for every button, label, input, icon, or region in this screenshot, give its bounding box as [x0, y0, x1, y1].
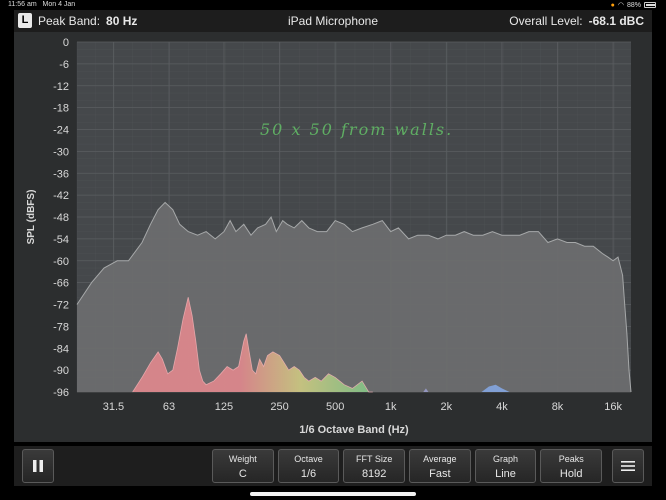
- x-tick-label: 250: [270, 401, 288, 413]
- wifi-icon: ◠: [617, 2, 624, 9]
- y-tick-label: -36: [53, 168, 69, 180]
- pause-icon: [33, 460, 43, 472]
- setting-graph-button[interactable]: Graph Line: [474, 449, 537, 483]
- handwritten-annotation: 50 x 50 from walls.: [260, 120, 453, 139]
- y-tick-label: -54: [53, 234, 69, 246]
- y-tick-label: -48: [53, 212, 69, 224]
- y-tick-label: -90: [53, 365, 69, 377]
- setting-label: Weight: [228, 454, 257, 464]
- spectrum-chart[interactable]: 0 -6 -12 -18 -24 -30 -36 -42 -48 -54 -60 -66 -72 -78 -…: [14, 32, 652, 442]
- battery-percent: 88%: [626, 1, 641, 9]
- y-tick-label: -66: [53, 278, 69, 290]
- status-time: 11:56 am Mon 4 Jan: [8, 1, 76, 8]
- overall-level-readout: Overall Level: -68.1 dBC: [509, 14, 644, 28]
- y-tick-label: -6: [59, 59, 69, 71]
- setting-value: 1/6: [300, 468, 317, 480]
- setting-value: C: [238, 468, 247, 480]
- status-bar: 11:56 am Mon 4 Jan ● ◠ 88%: [0, 0, 666, 10]
- setting-label: Graph: [493, 454, 519, 464]
- hamburger-menu-icon: [621, 461, 635, 471]
- y-tick-label: -60: [53, 256, 69, 268]
- overall-level-value: -68.1 dBC: [588, 14, 644, 28]
- setting-octave-button[interactable]: Octave 1/6: [277, 449, 340, 483]
- x-tick-label: 125: [215, 401, 233, 413]
- home-indicator: [250, 492, 416, 496]
- overall-level-label: Overall Level:: [509, 14, 583, 28]
- settings-group: Weight C Octave 1/6 FFT Size 8192 Average Fast G…: [212, 449, 603, 483]
- y-tick-label: -42: [53, 190, 69, 202]
- x-tick-label: 2k: [441, 401, 453, 413]
- setting-label: Peaks: [558, 454, 584, 464]
- location-icon: ●: [610, 1, 615, 9]
- y-tick-label: -78: [53, 321, 69, 333]
- x-tick-label: 1k: [385, 401, 397, 413]
- setting-value: Line: [495, 468, 516, 480]
- setting-average-button[interactable]: Average Fast: [409, 449, 471, 483]
- y-axis-label: SPL (dBFS): [26, 190, 37, 245]
- setting-value: 8192: [361, 468, 387, 480]
- setting-value: Hold: [559, 468, 583, 480]
- pause-button[interactable]: [22, 449, 54, 483]
- spectrum-panel: 0 -6 -12 -18 -24 -30 -36 -42 -48 -54 -60 -66 -72 -78 -…: [14, 32, 652, 442]
- setting-weight-button[interactable]: Weight C: [212, 449, 274, 483]
- setting-peaks-button[interactable]: Peaks Hold: [540, 449, 603, 483]
- x-tick-label: 63: [163, 401, 175, 413]
- y-tick-label: -24: [53, 125, 69, 137]
- setting-label: Octave: [294, 454, 323, 464]
- battery-icon: [644, 2, 656, 8]
- setting-fft-size-button[interactable]: FFT Size 8192: [343, 449, 406, 483]
- y-tick-label: -30: [53, 146, 69, 158]
- x-tick-label: 4k: [496, 401, 508, 413]
- y-tick-label: -84: [53, 343, 69, 355]
- setting-label: FFT Size: [356, 454, 393, 464]
- x-axis-label: 1/6 Octave Band (Hz): [299, 424, 409, 436]
- y-tick-label: -12: [53, 81, 69, 93]
- control-bar: Weight C Octave 1/6 FFT Size 8192 Average Fast G…: [14, 446, 652, 486]
- header-bar: L Peak Band: 80 Hz iPad Microphone Overal…: [14, 10, 652, 32]
- y-tick-label: -72: [53, 300, 69, 312]
- setting-label: Average: [423, 454, 457, 464]
- status-right: ● ◠ 88%: [611, 1, 656, 9]
- y-tick-label: -96: [53, 387, 69, 399]
- x-tick-label: 16k: [604, 401, 622, 413]
- y-tick-label: -18: [53, 103, 69, 115]
- setting-value: Fast: [429, 468, 451, 480]
- menu-button[interactable]: [612, 449, 644, 483]
- x-tick-label: 500: [326, 401, 344, 413]
- x-tick-label: 31.5: [103, 401, 124, 413]
- y-tick-label: 0: [63, 37, 69, 49]
- x-tick-label: 8k: [552, 401, 564, 413]
